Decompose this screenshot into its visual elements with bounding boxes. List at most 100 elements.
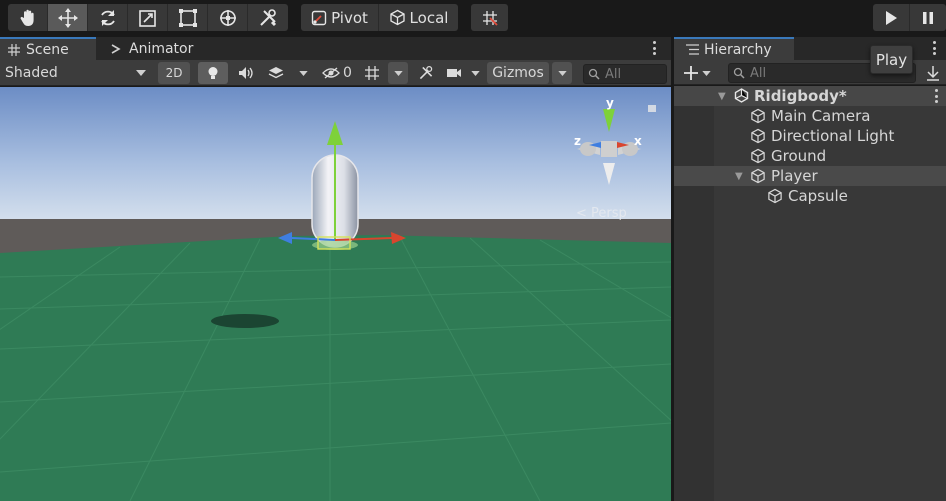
camera-settings-button[interactable]: [443, 62, 465, 84]
gizmos-label: Gizmos: [492, 65, 544, 81]
rotate-tool-button[interactable]: [88, 4, 128, 31]
pivot-toggle[interactable]: Pivot: [301, 4, 379, 31]
local-label: Local: [409, 8, 449, 27]
hierarchy-scene-row[interactable]: ▼ Ridigbody*: [674, 86, 946, 106]
pause-icon: [923, 11, 933, 24]
eye-slash-icon: [322, 67, 340, 79]
2d-mode-toggle[interactable]: 2D: [158, 62, 190, 84]
grid-snapping-button[interactable]: [471, 4, 508, 31]
persp-label[interactable]: < Persp: [576, 206, 627, 221]
expand-arrow-icon[interactable]: ▼: [718, 91, 726, 102]
chevron-down-icon: [393, 70, 403, 76]
hierarchy-item-capsule[interactable]: Capsule: [674, 186, 946, 206]
tab-scene-label: Scene: [26, 41, 69, 58]
hierarchy-item-label: Ground: [771, 147, 827, 165]
local-cube-icon: [389, 9, 405, 26]
tab-animator-label: Animator: [129, 40, 194, 57]
hierarchy-item-main-camera[interactable]: Main Camera: [674, 106, 946, 126]
transform-tools-group: [8, 4, 288, 31]
scene-tools-toggle[interactable]: [412, 62, 440, 84]
plus-icon: [683, 66, 698, 80]
rotate-icon: [100, 9, 115, 26]
hand-tool-button[interactable]: [8, 4, 48, 31]
scene-search-box[interactable]: All: [583, 64, 667, 84]
scene-menu-icon[interactable]: [652, 41, 656, 55]
tab-hierarchy-label: Hierarchy: [704, 41, 772, 58]
player-shadow: [211, 314, 279, 328]
create-object-button[interactable]: [680, 62, 714, 84]
camera-dropdown[interactable]: [465, 62, 485, 84]
speaker-icon: [239, 67, 253, 79]
chevron-down-icon: [298, 70, 308, 76]
transform-icon: [219, 9, 236, 26]
hierarchy-item-label: Player: [771, 167, 818, 185]
grid-dropdown[interactable]: [388, 62, 408, 84]
camera-icon: [447, 69, 461, 77]
lock-icon[interactable]: [648, 105, 656, 112]
chevron-down-icon: [557, 70, 567, 76]
scale-tool-button[interactable]: [128, 4, 168, 31]
hierarchy-item-label: Capsule: [788, 187, 848, 205]
grid-toggle[interactable]: [360, 62, 384, 84]
shading-mode-dropdown[interactable]: Shaded: [0, 62, 152, 84]
gizmos-dropdown[interactable]: [552, 62, 572, 84]
tools-icon: [419, 65, 433, 80]
gameobject-cube-icon: [751, 148, 765, 164]
hand-icon: [20, 9, 34, 26]
tab-animator[interactable]: Animator: [102, 37, 212, 60]
effects-toggle[interactable]: [262, 62, 290, 84]
hierarchy-item-player[interactable]: ▼ Player: [674, 166, 946, 186]
axis-x-label: x: [634, 134, 642, 148]
gizmos-button[interactable]: Gizmos: [487, 62, 549, 84]
2d-mode-label: 2D: [165, 66, 183, 80]
grid-snap-icon: [365, 66, 379, 80]
grid-icon: [8, 43, 20, 56]
chevron-down-icon: [136, 70, 146, 76]
rect-icon: [178, 8, 197, 27]
scale-icon: [138, 9, 156, 27]
play-button[interactable]: [873, 4, 910, 31]
gameobject-cube-icon: [751, 128, 765, 144]
animator-icon: [111, 43, 121, 54]
scene-view-toolbar: Shaded 2D 0 Gizmos All: [0, 60, 671, 86]
list-icon: [686, 44, 699, 55]
gameobject-cube-icon: [768, 188, 782, 204]
hierarchy-menu-icon[interactable]: [932, 41, 936, 55]
pivot-icon: [311, 10, 327, 25]
hierarchy-item-label: Main Camera: [771, 107, 871, 125]
rect-tool-button[interactable]: [168, 4, 208, 31]
audio-toggle[interactable]: [232, 62, 260, 84]
panel-splitter[interactable]: [671, 37, 674, 501]
unity-scene-icon: [734, 88, 749, 103]
hierarchy-filter-button[interactable]: [922, 62, 944, 84]
scene-search-field[interactable]: All: [583, 63, 667, 85]
effects-dropdown[interactable]: [293, 62, 313, 84]
axis-z-label: z: [574, 134, 581, 148]
expand-arrow-icon[interactable]: ▼: [735, 171, 743, 182]
gameobject-cube-icon: [751, 108, 765, 124]
hierarchy-search-placeholder: All: [750, 65, 767, 81]
transform-tool-button[interactable]: [208, 4, 248, 31]
scene-row-menu-icon[interactable]: [934, 89, 938, 103]
tools-icon: [260, 8, 277, 26]
scene-name: Ridigbody*: [754, 87, 847, 105]
tab-hierarchy[interactable]: Hierarchy: [674, 37, 794, 60]
pause-button[interactable]: [910, 4, 946, 31]
grid-snap-group: [471, 4, 508, 31]
move-tool-button[interactable]: [48, 4, 88, 31]
local-toggle[interactable]: Local: [379, 4, 458, 31]
playmode-group: [873, 4, 946, 31]
scene-tab-strip: Scene Animator: [0, 37, 671, 60]
hidden-objects-toggle[interactable]: 0: [318, 62, 356, 84]
hierarchy-item-ground[interactable]: Ground: [674, 146, 946, 166]
chevron-down-icon: [470, 70, 480, 76]
scene-render: y z x < Persp: [0, 87, 671, 501]
tab-scene[interactable]: Scene: [0, 37, 96, 60]
search-icon: [588, 68, 600, 80]
custom-tool-button[interactable]: [248, 4, 288, 31]
hierarchy-item-label: Directional Light: [771, 127, 895, 145]
play-tooltip: Play: [870, 45, 913, 74]
scene-viewport[interactable]: y z x < Persp: [0, 87, 671, 501]
lighting-toggle[interactable]: [198, 62, 228, 84]
hierarchy-item-directional-light[interactable]: Directional Light: [674, 126, 946, 146]
